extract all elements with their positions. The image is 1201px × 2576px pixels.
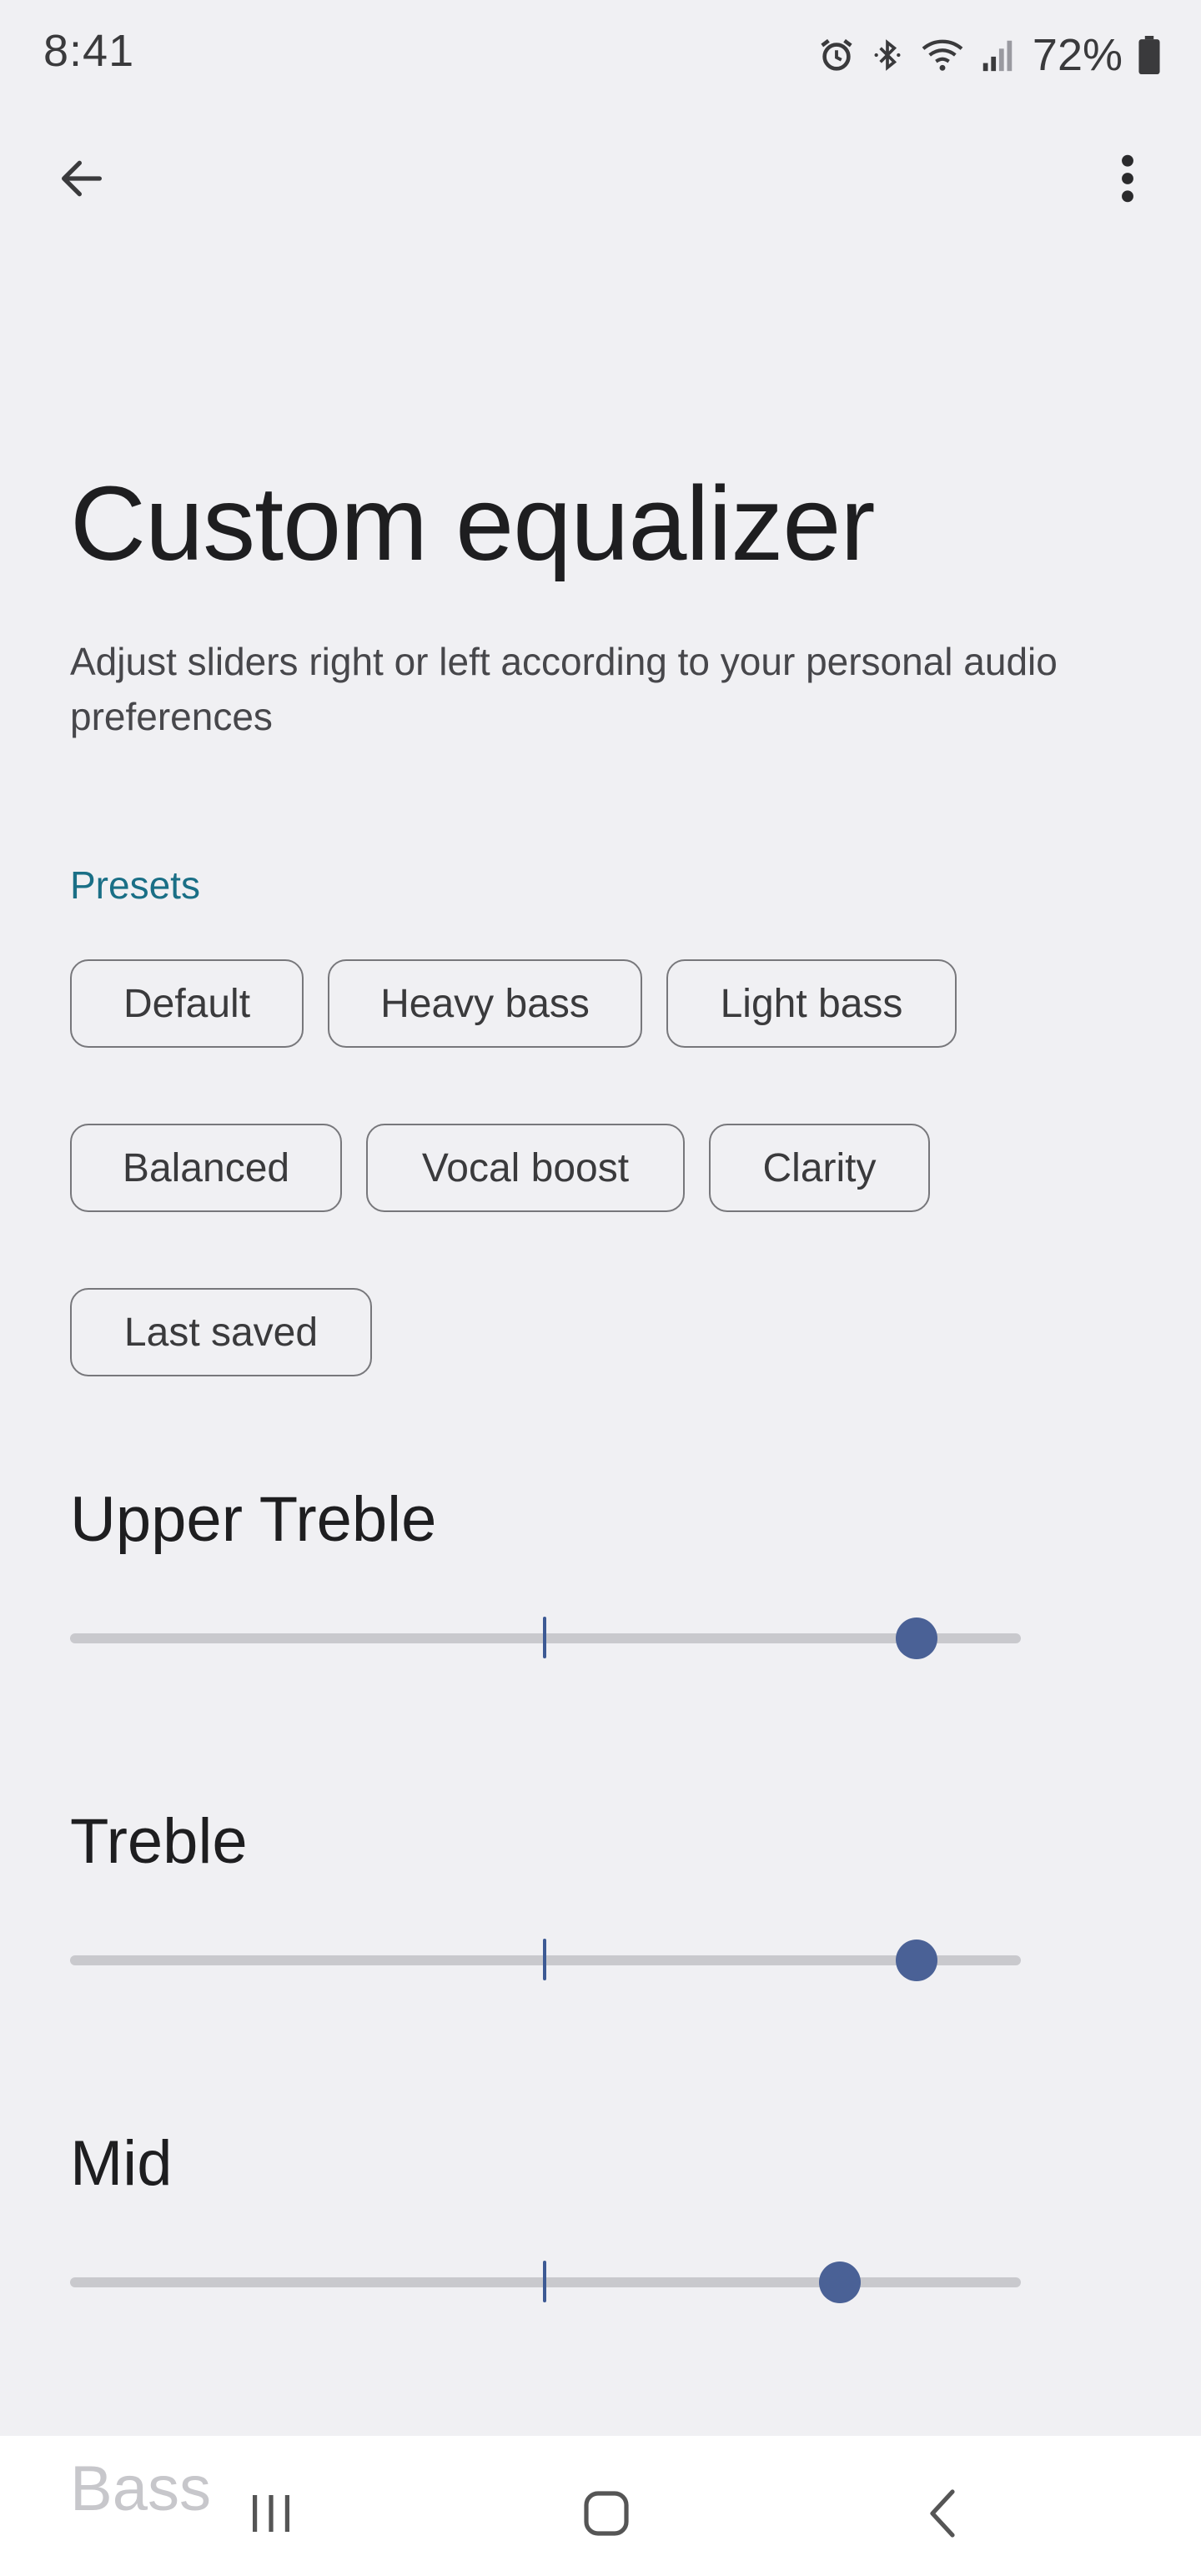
mid-slider[interactable]: [70, 2257, 1021, 2307]
arrow-back-icon: [55, 152, 108, 209]
status-time: 8:41: [43, 26, 135, 76]
more-options-button[interactable]: [1088, 140, 1168, 220]
app-bar: [0, 125, 1201, 225]
mid-label: Mid: [70, 2128, 173, 2199]
slider-center-tick: [543, 2261, 546, 2302]
status-icons: 72%: [817, 30, 1161, 80]
slider-center-tick: [543, 1617, 546, 1658]
home-icon: [581, 2488, 631, 2543]
recent-apps-icon: [246, 2490, 296, 2541]
preset-vocal-boost[interactable]: Vocal boost: [366, 1124, 685, 1212]
alarm-icon: [817, 36, 856, 74]
slider-thumb[interactable]: [895, 1940, 937, 1981]
wifi-icon: [919, 36, 966, 74]
preset-light-bass[interactable]: Light bass: [666, 959, 957, 1048]
back-button[interactable]: [42, 140, 122, 220]
slider-thumb[interactable]: [819, 2262, 862, 2303]
preset-default[interactable]: Default: [70, 959, 304, 1048]
back-nav-icon: [926, 2487, 959, 2544]
signal-icon: [981, 36, 1014, 74]
preset-balanced[interactable]: Balanced: [70, 1124, 342, 1212]
preset-clarity[interactable]: Clarity: [709, 1124, 930, 1212]
battery-percent: 72%: [1032, 30, 1123, 80]
slider-center-tick: [543, 1939, 546, 1980]
preset-last-saved[interactable]: Last saved: [70, 1288, 372, 1376]
navigation-bar: [0, 2436, 1201, 2576]
home-button[interactable]: [560, 2469, 652, 2561]
battery-icon: [1138, 36, 1161, 74]
page-title: Custom equalizer: [70, 465, 875, 582]
upper-treble-label: Upper Treble: [70, 1484, 437, 1555]
nav-back-button[interactable]: [897, 2469, 988, 2561]
slider-thumb[interactable]: [895, 1618, 937, 1659]
recent-apps-button[interactable]: [225, 2469, 317, 2561]
more-vert-icon: [1118, 152, 1138, 209]
presets-label: Presets: [70, 863, 200, 907]
page-subtitle: Adjust sliders right or left according t…: [70, 640, 1058, 738]
upper-treble-slider[interactable]: [70, 1613, 1021, 1663]
bluetooth-icon: [871, 36, 904, 74]
treble-label: Treble: [70, 1806, 248, 1877]
status-bar: 8:41 72%: [0, 0, 1201, 108]
preset-heavy-bass[interactable]: Heavy bass: [328, 959, 642, 1048]
treble-slider[interactable]: [70, 1935, 1021, 1985]
